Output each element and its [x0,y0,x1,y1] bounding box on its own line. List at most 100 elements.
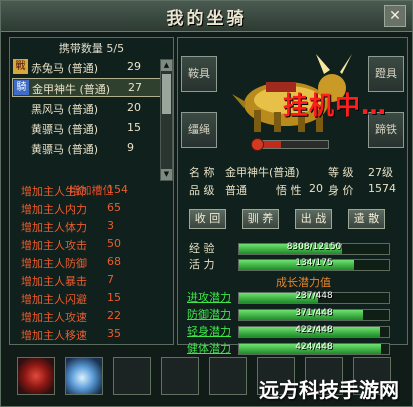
bonus-row: 增加主人生命 154 [9,181,172,199]
rein-slot[interactable]: 缰绳 [181,112,217,148]
exp-bar: 8308/12150 [238,242,390,255]
bonus-value: 22 [107,309,121,322]
skill-slot-4[interactable] [161,357,199,395]
bonus-row: 增加主人防御 68 [9,253,172,271]
level-value: 27级 [368,166,393,179]
vitality-potential-bar: 424/448 [238,342,390,355]
price-value: 1574 [368,182,396,195]
mount-list: 戰 赤兔马 (普通) 29 騎 金甲神牛 (普通) 27 黑风马 (普通) 20… [12,58,161,180]
mount-name: 赤兔马 (普通) [31,62,99,75]
vigor-label: 活 力 [189,258,215,271]
hp-orb-icon [251,138,264,151]
scroll-down-icon[interactable]: ▼ [161,169,172,180]
grade-label: 品 级 [189,184,215,197]
name-value: 金甲神牛(普通) [225,166,300,179]
agility-potential-bar: 422/448 [238,325,390,338]
title-bar: 我的坐骑 ✕ [1,1,412,32]
mount-hp-bar [251,138,329,151]
defense-potential-text: 371/448 [295,308,333,318]
bonus-value: 35 [107,327,121,340]
skill-slot-5[interactable] [209,357,247,395]
scroll-up-icon[interactable]: ▲ [161,60,172,71]
bonus-value: 154 [107,183,128,196]
fight-button[interactable]: 出 战 [295,209,332,229]
mount-level: 27 [128,81,142,94]
saddle-slot[interactable]: 鞍具 [181,56,217,92]
defense-potential-bar: 371/448 [238,308,390,321]
vigor-bar: 134/175 [238,258,390,271]
mount-detail-panel: 鞍具 蹬具 缰绳 蹄铁 挂机中… 名 称 金甲神牛(普通) 等 级 27级 品 … [177,37,408,355]
bonus-row: 增加主人体力 3 [9,217,172,235]
attack-potential-label[interactable]: 进攻潜力 [187,289,231,305]
skill-slot-2[interactable] [65,357,103,395]
vigor-text: 134/175 [295,258,333,268]
bonus-label: 增加主人闪避 [21,293,87,306]
mount-level: 29 [127,60,141,73]
bonus-value: 68 [107,255,121,268]
bonus-label: 增加主人生命 [21,185,87,198]
bonus-row: 增加主人攻速 22 [9,307,172,325]
agility-potential-text: 422/448 [295,325,333,335]
bonus-row: 增加主人攻击 50 [9,235,172,253]
mount-item-chitu[interactable]: 戰 赤兔马 (普通) 29 [12,58,159,77]
temper-label: 悟 性 [276,184,302,197]
level-label: 等 级 [328,166,354,179]
mount-item-heifeng[interactable]: 黑风马 (普通) 20 [12,99,159,118]
bonus-label: 增加主人体力 [21,221,87,234]
defense-potential-label[interactable]: 防御潜力 [187,306,231,322]
vitality-potential-label[interactable]: 健体潜力 [187,340,231,356]
skill-slot-3[interactable] [113,357,151,395]
mount-item-jinjia[interactable]: 騎 金甲神牛 (普通) 27 [12,78,161,97]
bonus-row: 增加主人移速 35 [9,325,172,343]
exp-text: 8308/12150 [286,242,342,252]
mount-item-huangbiao-2[interactable]: 黄骠马 (普通) 9 [12,139,159,158]
mount-window: 我的坐骑 ✕ 携带数量 5/5 戰 赤兔马 (普通) 29 騎 金甲神牛 (普通… [0,0,413,407]
mount-level: 20 [127,101,141,114]
auto-status-text: 挂机中… [283,91,388,120]
bonus-value: 65 [107,201,121,214]
bonus-label: 增加主人攻击 [21,239,87,252]
bonus-value: 15 [107,291,121,304]
master-bonus-list: 增加主人生命 154 增加主人内力 65 增加主人体力 3 增加主人攻击 50 增加主人… [9,181,172,344]
mount-name: 黑风马 (普通) [31,103,99,116]
mount-name: 黄骠马 (普通) [31,143,99,156]
mount-name: 黄骠马 (普通) [31,123,99,136]
bonus-label: 增加主人移速 [21,329,87,342]
bonus-label: 增加主人攻速 [21,311,87,324]
scroll-thumb[interactable] [162,74,171,114]
mount-item-huangbiao[interactable]: 黄骠马 (普通) 15 [12,119,159,138]
attack-potential-text: 237/448 [295,291,333,301]
bonus-label: 增加主人内力 [21,203,87,216]
agility-potential-label[interactable]: 轻身潜力 [187,323,231,339]
bonus-label: 增加主人防御 [21,257,87,270]
bonus-value: 7 [107,273,114,286]
attack-potential-bar: 237/448 [238,291,390,304]
grade-value: 普通 [225,184,247,197]
mount-level: 9 [127,141,134,154]
release-button[interactable]: 遣 散 [348,209,385,229]
recall-button[interactable]: 收 回 [189,209,226,229]
growth-title: 成长潜力值 [276,276,331,289]
war-badge-icon: 戰 [13,59,28,74]
temper-value: 20 [309,182,323,195]
site-watermark: 远方科技手游网 [259,378,399,402]
bonus-row: 增加主人内力 65 [9,199,172,217]
vitality-potential-text: 424/448 [295,342,333,352]
price-label: 身 价 [328,184,354,197]
exp-label: 经 验 [189,242,215,255]
carry-count-label: 携带数量 5/5 [58,42,125,55]
bonus-row: 增加主人闪避 15 [9,289,172,307]
bonus-value: 50 [107,237,121,250]
mount-level: 15 [127,121,141,134]
train-button[interactable]: 驯 养 [242,209,279,229]
ride-badge-icon: 騎 [14,80,29,95]
bonus-value: 3 [107,219,114,232]
window-title: 我的坐骑 [166,9,247,29]
skill-slot-1[interactable] [17,357,55,395]
close-button[interactable]: ✕ [384,5,406,27]
mount-name: 金甲神牛 (普通) [32,83,111,96]
bonus-row: 增加主人暴击 7 [9,271,172,289]
bonus-label: 增加主人暴击 [21,275,87,288]
name-label: 名 称 [189,166,215,179]
mount-list-scrollbar[interactable]: ▲ ▼ [160,59,173,181]
